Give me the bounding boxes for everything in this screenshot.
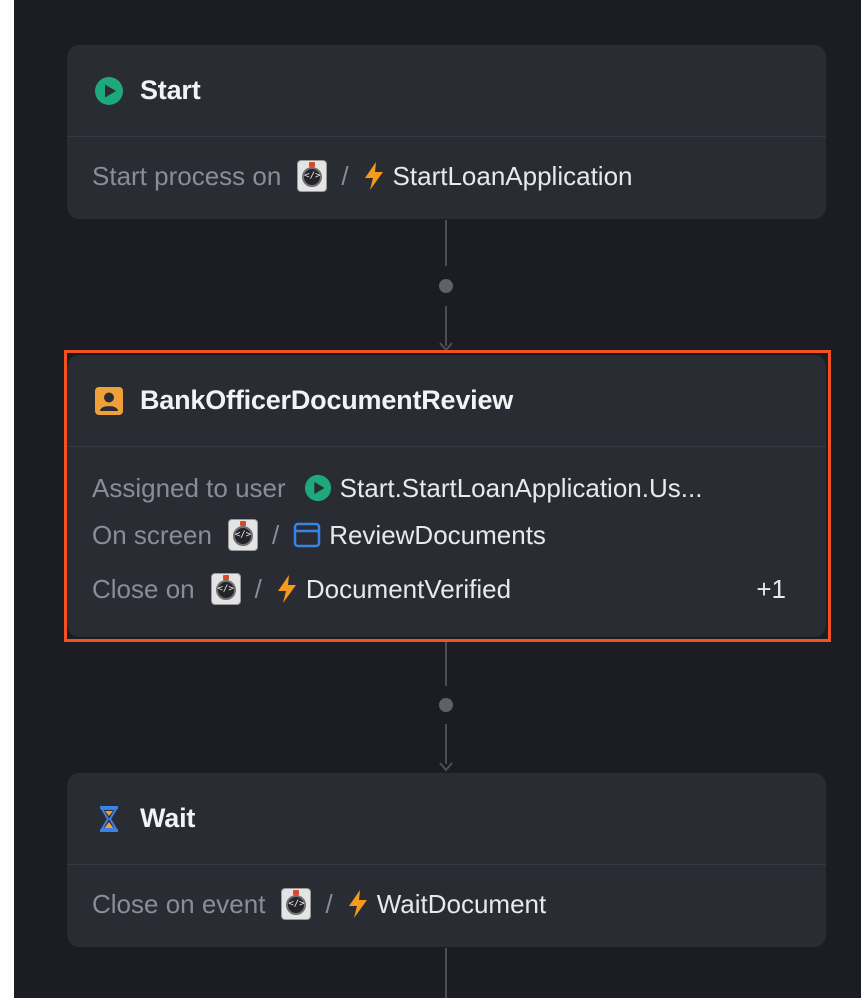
connector-line <box>445 220 447 266</box>
connector-line <box>445 724 447 764</box>
screen-link[interactable]: ReviewDocuments <box>329 520 546 551</box>
hourglass-icon <box>94 804 124 834</box>
play-icon <box>304 474 332 502</box>
close-row: Close on </> / DocumentVerified +1 <box>92 572 786 606</box>
user-icon <box>94 386 124 416</box>
event-link[interactable]: StartLoanApplication <box>393 161 633 192</box>
row-label: Assigned to user <box>92 472 286 503</box>
path-separator: / <box>325 888 333 919</box>
bolt-icon <box>276 574 298 604</box>
node-title: BankOfficerDocumentReview <box>140 385 514 415</box>
node-title: Start <box>140 75 201 105</box>
path-separator: / <box>254 573 262 604</box>
arrow-down-icon <box>439 762 453 772</box>
node-body: Close on event </> / WaitDocument <box>67 865 826 921</box>
connector-line <box>445 642 447 686</box>
app-icon: </> <box>227 519 258 551</box>
node-title: Wait <box>140 803 196 833</box>
path-separator: / <box>341 160 349 191</box>
path-separator: / <box>271 519 280 550</box>
event-link[interactable]: WaitDocument <box>377 889 547 920</box>
close-event-link[interactable]: DocumentVerified <box>306 574 511 605</box>
node-header: Start <box>67 45 826 137</box>
row-label: Start process on <box>92 160 282 191</box>
start-node[interactable]: Start Start process on </> / StartLoanAp… <box>67 45 826 219</box>
bolt-icon <box>363 161 385 191</box>
extra-events-badge[interactable]: +1 <box>756 574 786 605</box>
assigned-user-link[interactable]: Start.StartLoanApplication.Us... <box>340 473 703 504</box>
row-label: Close on <box>92 573 195 604</box>
app-icon: </> <box>210 573 241 605</box>
row-label: Close on event <box>92 888 266 919</box>
screen-row: On screen </> / ReviewDocuments <box>92 518 786 552</box>
connector-dot[interactable] <box>439 279 453 293</box>
connector-line <box>445 948 447 998</box>
node-header: Wait <box>67 773 826 865</box>
play-icon <box>94 76 124 106</box>
node-header: BankOfficerDocumentReview <box>67 355 826 447</box>
review-node[interactable]: BankOfficerDocumentReview Assigned to us… <box>67 355 826 637</box>
assigned-row: Assigned to user Start.StartLoanApplicat… <box>92 471 786 505</box>
close-row: Close on event </> / WaitDocument <box>92 887 786 921</box>
node-body: Assigned to user Start.StartLoanApplicat… <box>67 447 826 606</box>
node-body: Start process on </> / StartLoanApplicat… <box>67 137 826 193</box>
window-icon <box>293 522 321 548</box>
connector-dot[interactable] <box>439 698 453 712</box>
bolt-icon <box>347 889 369 919</box>
app-icon: </> <box>281 888 312 920</box>
connector-line <box>445 306 447 346</box>
arrow-down-icon <box>439 342 453 352</box>
wait-node[interactable]: Wait Close on event </> / WaitDocument <box>67 773 826 947</box>
row-label: On screen <box>92 519 212 550</box>
app-icon: </> <box>297 160 328 192</box>
trigger-row: Start process on </> / StartLoanApplicat… <box>92 159 786 193</box>
